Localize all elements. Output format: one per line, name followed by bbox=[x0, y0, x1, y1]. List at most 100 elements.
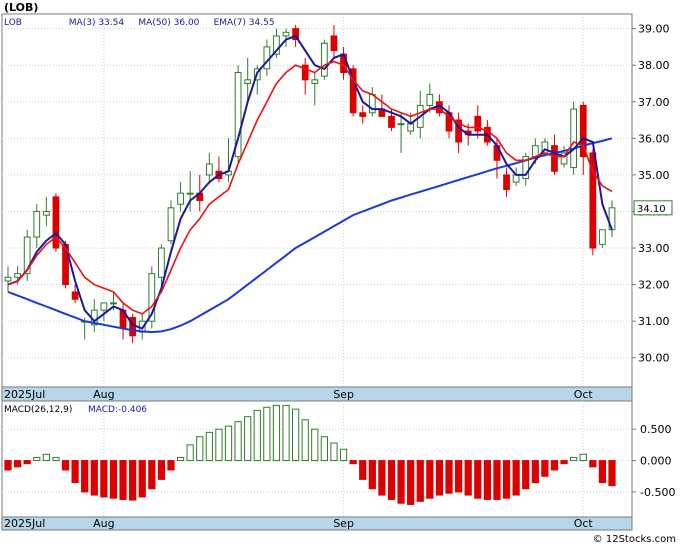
legend-entry: MA(50) 36.00 bbox=[138, 18, 199, 28]
macd-bar bbox=[282, 404, 290, 462]
ticker-label: (LOB) bbox=[4, 1, 38, 14]
macd-bar bbox=[359, 460, 367, 480]
legend-entry: LOB bbox=[4, 18, 22, 28]
price-tick-label: 35.00 bbox=[638, 169, 670, 182]
candle-body bbox=[244, 79, 252, 84]
date-label: Aug bbox=[93, 517, 114, 530]
macd-bar bbox=[579, 453, 587, 462]
candle-body bbox=[71, 291, 79, 300]
last-price-label: 34.10 bbox=[637, 204, 666, 215]
macd-bar bbox=[349, 460, 357, 465]
candle-body bbox=[158, 247, 165, 278]
macd-bar bbox=[81, 460, 89, 493]
candle bbox=[148, 266, 156, 329]
candle-body bbox=[321, 42, 328, 77]
candle bbox=[234, 65, 242, 164]
macd-bar bbox=[167, 460, 175, 471]
macd-bar bbox=[186, 444, 194, 462]
macd-bar bbox=[71, 460, 79, 484]
macd-bar bbox=[445, 460, 453, 494]
candle-body bbox=[359, 112, 367, 117]
macd-bar bbox=[330, 442, 338, 462]
candle bbox=[52, 193, 60, 252]
candle-body bbox=[33, 210, 41, 238]
macd-bar bbox=[570, 456, 578, 462]
macd-bar bbox=[522, 460, 530, 490]
site-credit: © 12Stocks.com bbox=[593, 534, 676, 545]
macd-bar bbox=[368, 460, 376, 490]
macd-bar bbox=[512, 460, 520, 496]
macd-bar bbox=[407, 460, 415, 505]
price-tick-label: 33.00 bbox=[638, 242, 670, 255]
last-price-marker: 34.10 bbox=[633, 200, 673, 216]
macd-bar bbox=[157, 460, 166, 480]
candle-body bbox=[205, 163, 213, 176]
macd-bar bbox=[119, 460, 127, 500]
date-label: Oct bbox=[574, 517, 594, 530]
macd-bar bbox=[52, 456, 60, 462]
macd-bar bbox=[33, 456, 41, 462]
price-tick-label: 37.00 bbox=[638, 96, 670, 109]
candle-body bbox=[426, 93, 434, 106]
candle-body bbox=[110, 302, 117, 305]
macd-bar bbox=[426, 460, 434, 499]
macd-bar bbox=[224, 425, 233, 462]
price-tick-label: 32.00 bbox=[638, 279, 670, 292]
macd-bar bbox=[42, 453, 50, 462]
macd-bar bbox=[416, 460, 424, 502]
macd-bar bbox=[148, 460, 156, 490]
candle-body bbox=[512, 174, 520, 183]
macd-bar bbox=[311, 428, 319, 462]
macd-bar bbox=[176, 456, 185, 462]
macd-bar bbox=[272, 404, 281, 462]
candle-body bbox=[42, 210, 50, 216]
macd-bar bbox=[253, 409, 261, 462]
macd-bar bbox=[531, 460, 539, 484]
date-label: Oct bbox=[574, 388, 594, 401]
macd-bar bbox=[23, 460, 31, 465]
candle-body bbox=[570, 108, 578, 169]
candle-body bbox=[551, 145, 558, 172]
macd-value: MACD:-0.406 bbox=[88, 405, 147, 415]
candle-body bbox=[330, 35, 338, 52]
macd-tick-label: 0.000 bbox=[640, 455, 672, 468]
macd-bar bbox=[205, 431, 213, 462]
macd-bar bbox=[320, 436, 328, 462]
macd-bar bbox=[129, 460, 137, 501]
date-label: 2025Jul bbox=[4, 517, 45, 530]
date-label: Sep bbox=[333, 517, 354, 530]
macd-tick-label: 0.500 bbox=[640, 423, 672, 436]
legend-entry: EMA(7) 34.55 bbox=[214, 18, 275, 28]
macd-bar bbox=[4, 460, 12, 471]
macd-bar bbox=[109, 460, 118, 499]
macd-bar bbox=[138, 460, 146, 498]
macd-bar bbox=[215, 428, 223, 462]
macd-axis-labels: 0.500 0.000 -0.500 bbox=[640, 423, 675, 499]
macd-bar bbox=[244, 416, 252, 462]
candle-body bbox=[100, 302, 108, 311]
macd-bar bbox=[196, 436, 204, 462]
macd-label: MACD(26,12,9) bbox=[4, 405, 72, 415]
candle-body bbox=[397, 123, 405, 126]
macd-bar bbox=[608, 460, 616, 487]
macd-bar bbox=[483, 460, 491, 500]
candle-body bbox=[177, 192, 184, 205]
macd-bar bbox=[474, 460, 482, 499]
macd-bar bbox=[397, 460, 405, 504]
date-label: Sep bbox=[333, 388, 354, 401]
macd-bar bbox=[90, 460, 98, 496]
macd-bar bbox=[435, 460, 444, 496]
macd-bar bbox=[387, 460, 396, 500]
candle-body bbox=[599, 229, 606, 245]
macd-bar bbox=[464, 460, 472, 496]
macd-bar bbox=[339, 448, 348, 462]
macd-bar bbox=[541, 460, 549, 477]
price-tick-label: 39.00 bbox=[638, 23, 670, 36]
macd-bar bbox=[560, 460, 568, 465]
macd-bar bbox=[263, 406, 271, 462]
macd-bar bbox=[100, 460, 108, 498]
macd-bar bbox=[502, 460, 511, 499]
macd-bar bbox=[301, 419, 309, 462]
macd-bar bbox=[550, 460, 559, 471]
candle bbox=[321, 39, 328, 80]
